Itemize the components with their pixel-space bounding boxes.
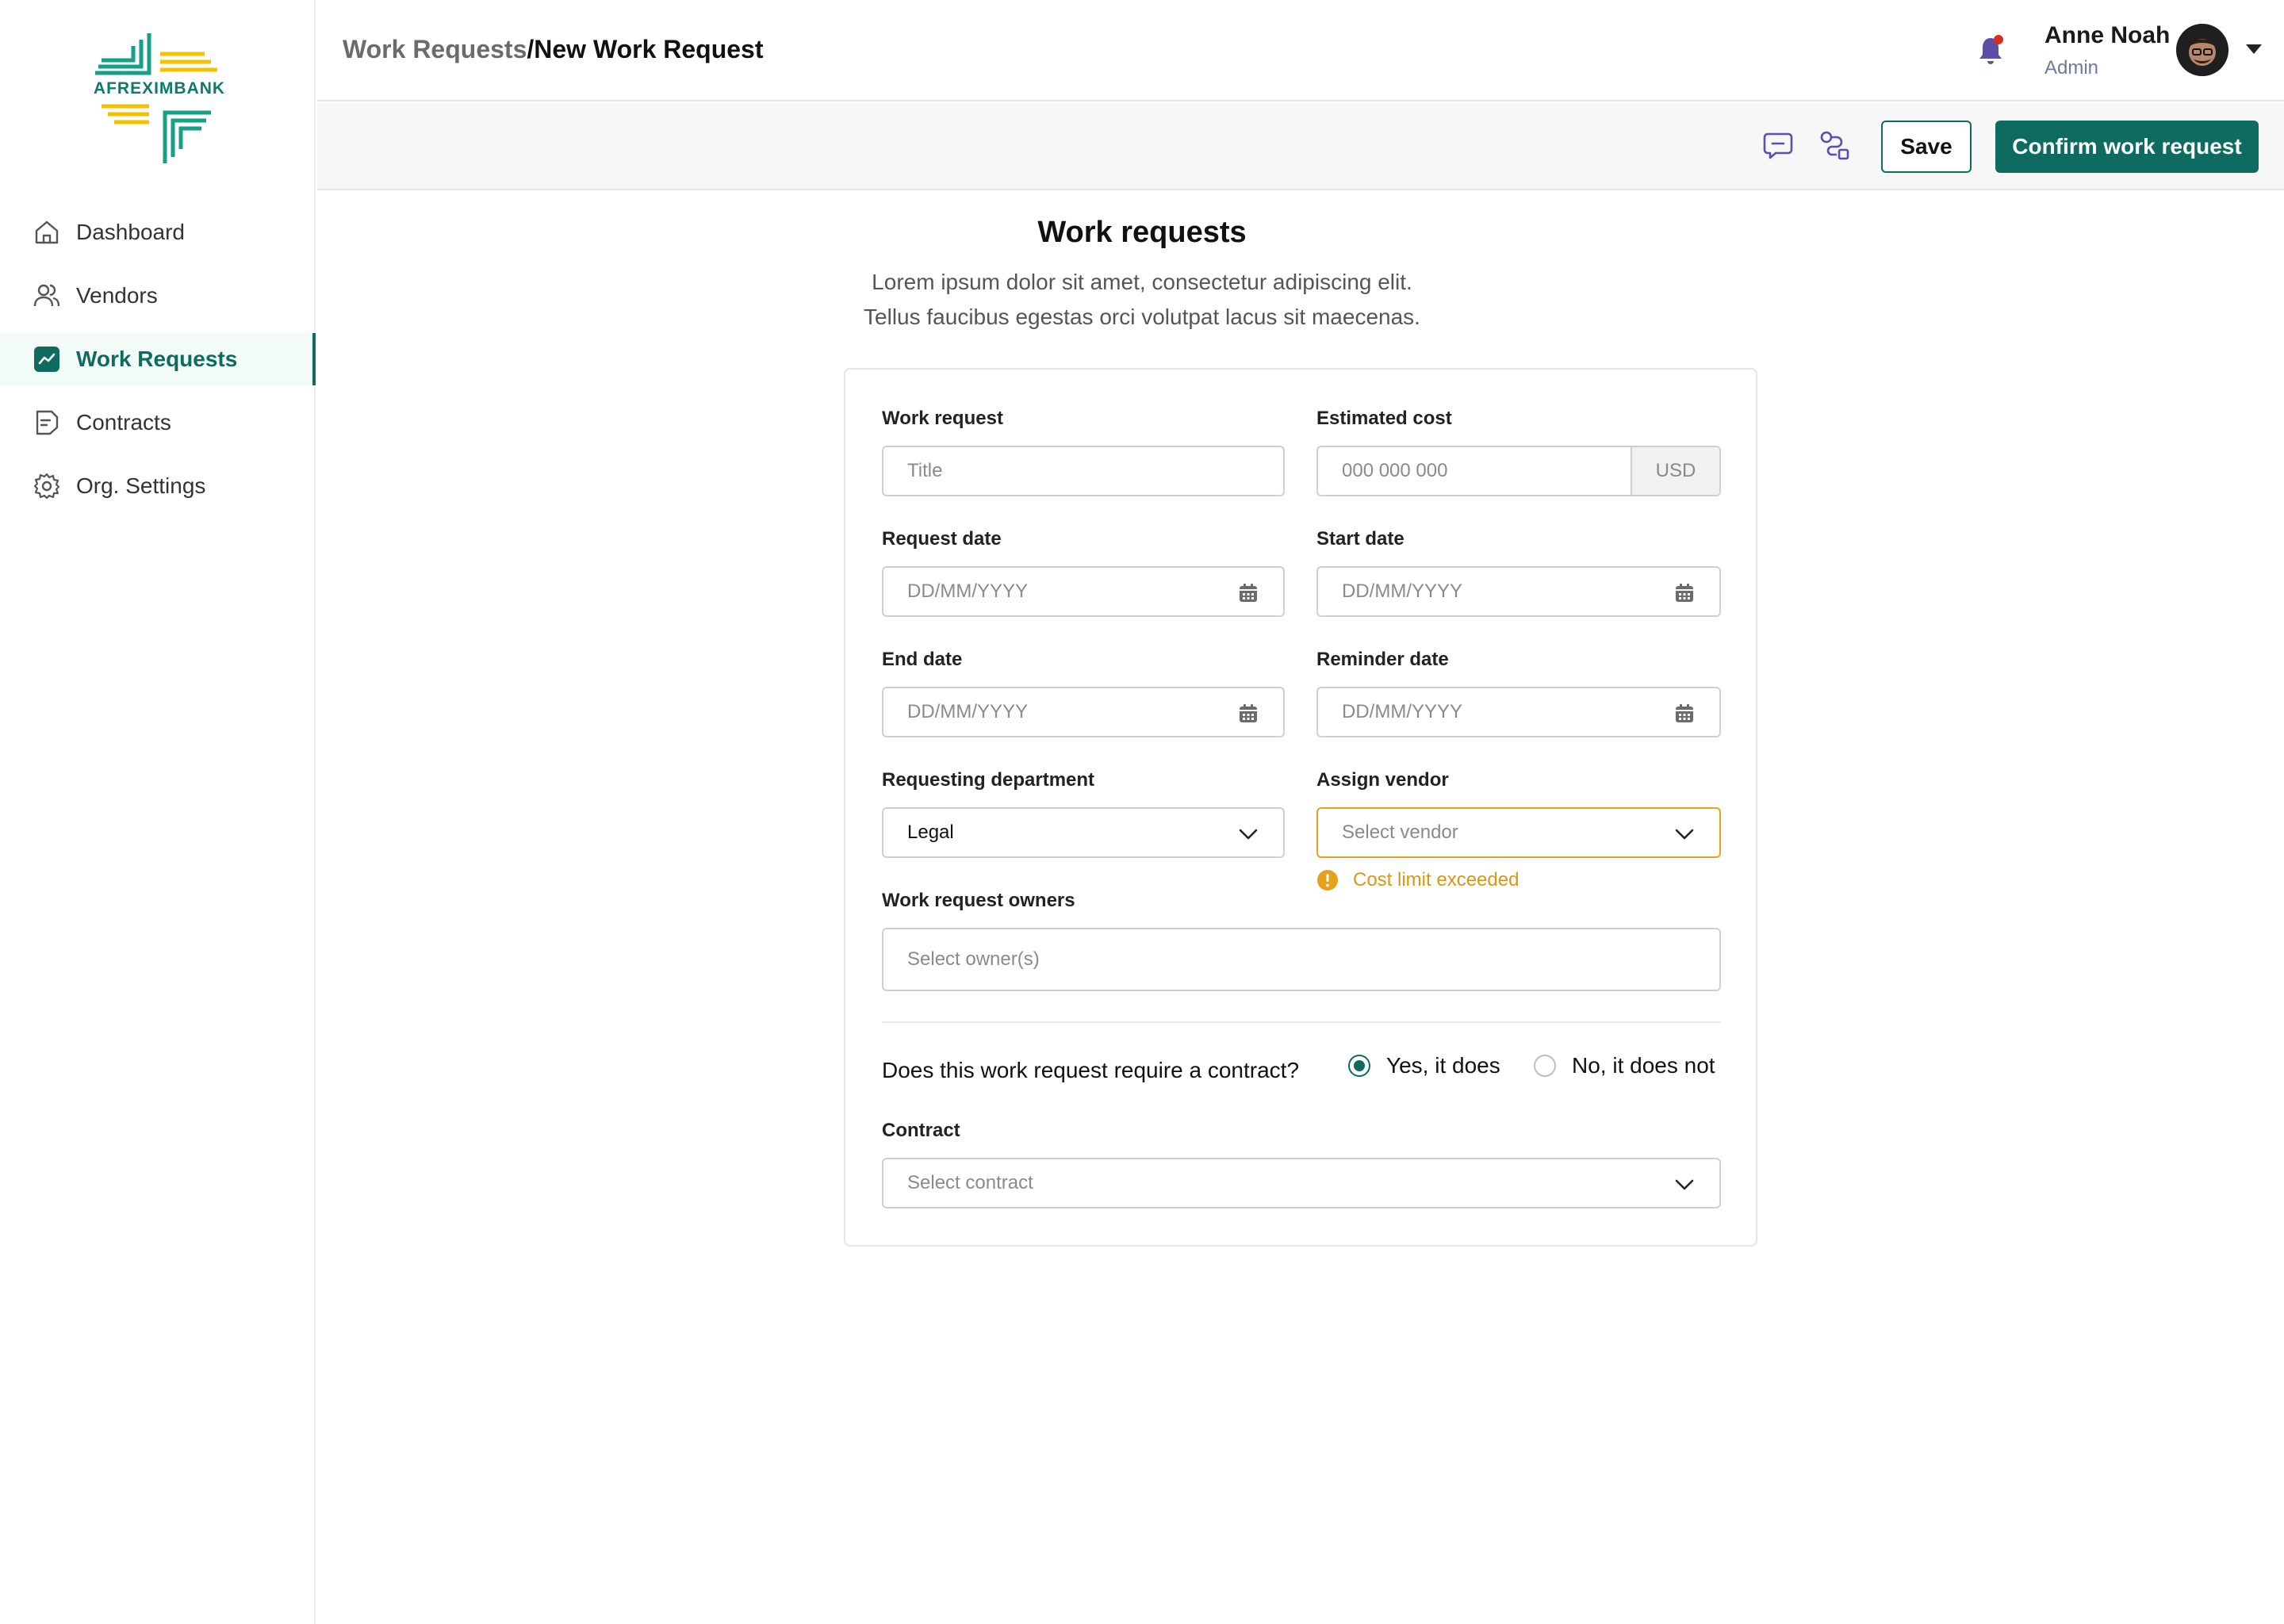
top-header: Work Requests/New Work Request Anne Noah… xyxy=(317,0,2284,102)
calendar-icon[interactable] xyxy=(1673,582,1696,604)
avatar[interactable] xyxy=(2176,24,2228,76)
assign-vendor-select[interactable]: Select vendor xyxy=(1316,807,1721,858)
chevron-down-icon xyxy=(1675,829,1694,840)
estimated-cost-placeholder: 000 000 000 xyxy=(1342,460,1448,481)
assign-vendor-placeholder: Select vendor xyxy=(1342,822,1458,843)
action-toolbar: Save Confirm work request xyxy=(317,103,2284,190)
estimated-cost-input[interactable]: 000 000 000 USD xyxy=(1316,446,1721,496)
breadcrumb-current: New Work Request xyxy=(534,35,764,63)
breadcrumb: Work Requests/New Work Request xyxy=(343,35,764,64)
requesting-department-value: Legal xyxy=(907,822,954,843)
requesting-department-label: Requesting department xyxy=(882,769,1095,791)
sidebar-item-org-settings[interactable]: Org. Settings xyxy=(0,460,316,512)
comment-icon[interactable] xyxy=(1761,128,1795,163)
notification-badge xyxy=(1994,35,2003,44)
vendor-warning: Cost limit exceeded xyxy=(1316,869,1519,891)
sidebar-nav: Dashboard Vendors Work Requests Contract… xyxy=(0,206,316,523)
contract-no-label: No, it does not xyxy=(1572,1053,1715,1078)
page-title: Work requests xyxy=(1037,216,1247,249)
work-request-owners-placeholder: Select owner(s) xyxy=(907,948,1040,970)
end-date-label: End date xyxy=(882,649,963,670)
breadcrumb-parent-link[interactable]: Work Requests xyxy=(343,35,527,63)
document-icon xyxy=(32,408,62,438)
save-button[interactable]: Save xyxy=(1881,121,1972,173)
sidebar-item-vendors[interactable]: Vendors xyxy=(0,270,316,322)
contract-yes-label: Yes, it does xyxy=(1386,1053,1500,1078)
chevron-down-icon xyxy=(1239,829,1258,840)
form-divider xyxy=(882,1021,1721,1023)
sidebar: AFREXIMBANK Dashboard Vendors Work Reque… xyxy=(0,0,316,1624)
users-icon xyxy=(32,281,62,311)
gear-icon xyxy=(32,471,62,501)
breadcrumb-separator: / xyxy=(527,35,535,63)
work-request-form: Work request Title Estimated cost 000 00… xyxy=(844,368,1757,1247)
page-description: Lorem ipsum dolor sit amet, consectetur … xyxy=(864,270,1420,329)
start-date-label: Start date xyxy=(1316,528,1405,550)
vendor-warning-text: Cost limit exceeded xyxy=(1353,869,1519,891)
end-date-placeholder: DD/MM/YYYY xyxy=(907,701,1029,722)
reminder-date-label: Reminder date xyxy=(1316,649,1449,670)
request-date-input[interactable]: DD/MM/YYYY xyxy=(882,566,1285,617)
start-date-placeholder: DD/MM/YYYY xyxy=(1342,580,1463,602)
currency-addon: USD xyxy=(1631,447,1719,495)
chevron-down-icon xyxy=(1675,1179,1694,1190)
sidebar-item-work-requests[interactable]: Work Requests xyxy=(0,333,316,385)
logo-text: AFREXIMBANK xyxy=(93,79,226,98)
calendar-icon[interactable] xyxy=(1237,703,1259,725)
work-request-title-placeholder: Title xyxy=(907,460,943,481)
sidebar-item-label: Vendors xyxy=(76,283,158,308)
radio-unchecked-icon[interactable] xyxy=(1534,1055,1556,1077)
sidebar-item-label: Dashboard xyxy=(76,220,185,244)
work-request-owners-input[interactable]: Select owner(s) xyxy=(882,928,1721,991)
work-request-label: Work request xyxy=(882,408,1003,429)
estimated-cost-label: Estimated cost xyxy=(1316,408,1452,429)
contract-select[interactable]: Select contract xyxy=(882,1158,1721,1208)
requesting-department-select[interactable]: Legal xyxy=(882,807,1285,858)
reminder-date-input[interactable]: DD/MM/YYYY xyxy=(1316,687,1721,737)
user-role: Admin xyxy=(2044,57,2099,79)
calendar-icon[interactable] xyxy=(1237,582,1259,604)
start-date-input[interactable]: DD/MM/YYYY xyxy=(1316,566,1721,617)
home-icon xyxy=(32,217,62,247)
contract-yes-radio[interactable]: Yes, it does xyxy=(1348,1053,1500,1078)
sidebar-item-contracts[interactable]: Contracts xyxy=(0,396,316,449)
workflow-icon[interactable] xyxy=(1818,128,1853,163)
sidebar-item-label: Contracts xyxy=(76,410,171,435)
end-date-input[interactable]: DD/MM/YYYY xyxy=(882,687,1285,737)
sidebar-item-dashboard[interactable]: Dashboard xyxy=(0,206,316,259)
logo-mark-icon xyxy=(95,33,217,163)
work-request-title-input[interactable]: Title xyxy=(882,446,1285,496)
assign-vendor-label: Assign vendor xyxy=(1316,769,1449,791)
warning-icon xyxy=(1317,870,1338,891)
avatar-face-icon xyxy=(2176,24,2228,76)
contract-label: Contract xyxy=(882,1120,960,1141)
request-date-label: Request date xyxy=(882,528,1002,550)
afreximbank-logo[interactable]: AFREXIMBANK xyxy=(92,30,227,173)
reminder-date-placeholder: DD/MM/YYYY xyxy=(1342,701,1463,722)
request-date-placeholder: DD/MM/YYYY xyxy=(907,580,1029,602)
work-request-owners-label: Work request owners xyxy=(882,890,1075,911)
contract-placeholder: Select contract xyxy=(907,1172,1033,1193)
radio-checked-icon[interactable] xyxy=(1348,1055,1370,1077)
calendar-icon[interactable] xyxy=(1673,703,1696,725)
contract-question: Does this work request require a contrac… xyxy=(882,1058,1300,1082)
sidebar-item-label: Work Requests xyxy=(76,347,238,371)
chart-icon xyxy=(32,344,62,374)
user-menu-caret-icon[interactable] xyxy=(2246,44,2262,54)
confirm-work-request-button[interactable]: Confirm work request xyxy=(1995,121,2259,173)
sidebar-item-label: Org. Settings xyxy=(76,473,206,498)
contract-no-radio[interactable]: No, it does not xyxy=(1534,1053,1715,1078)
user-name: Anne Noah xyxy=(2044,22,2171,48)
